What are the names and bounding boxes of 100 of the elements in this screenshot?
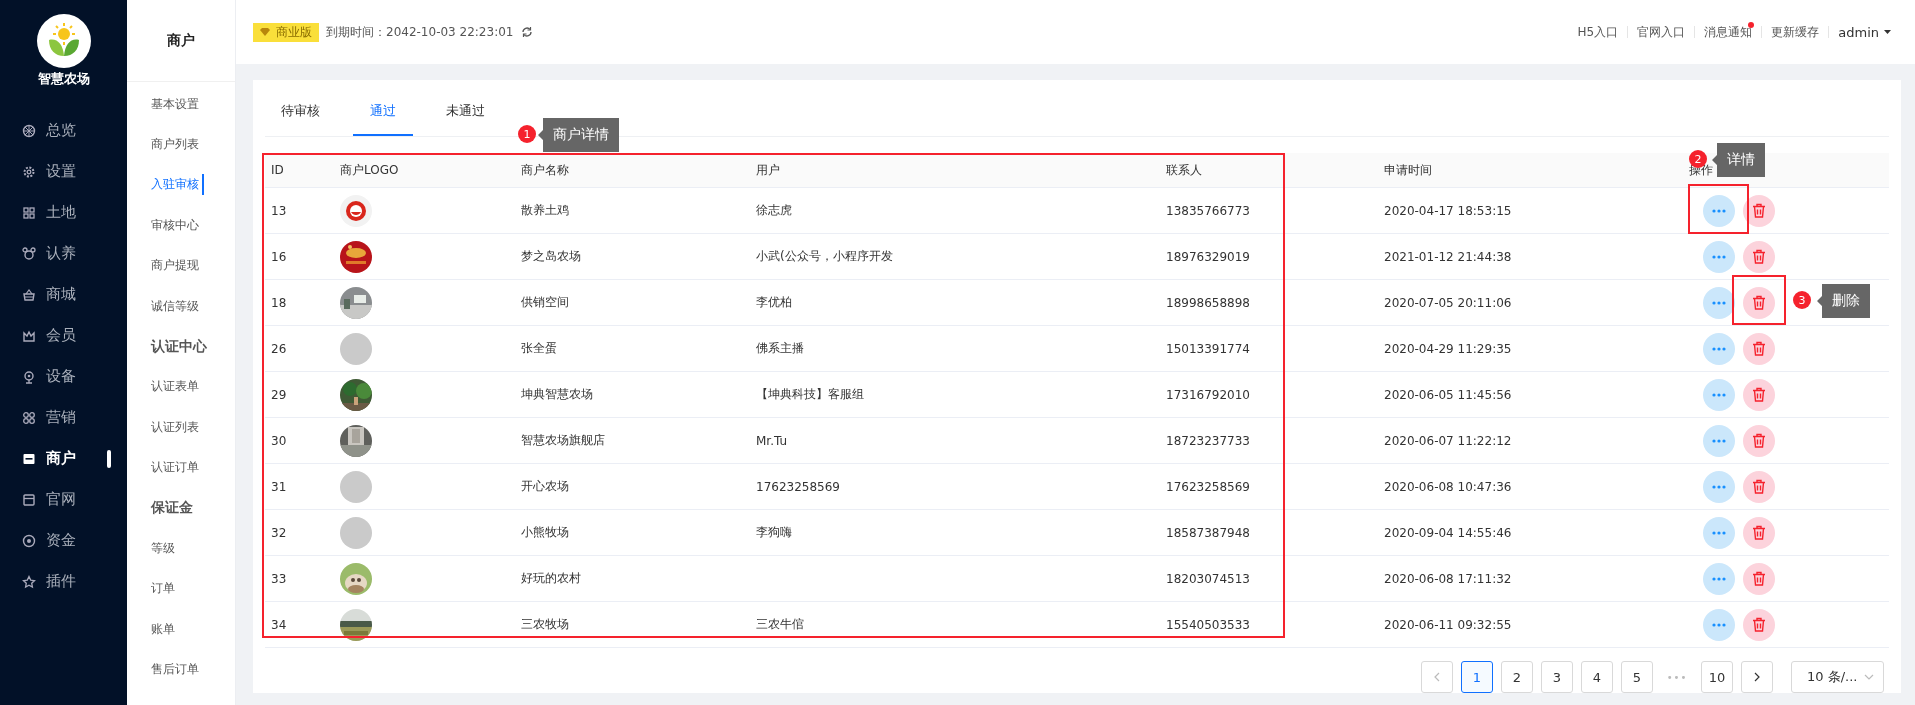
nav-item[interactable]: 营销 bbox=[0, 397, 127, 438]
page-button[interactable]: 1 bbox=[1461, 661, 1493, 693]
trash-icon bbox=[1752, 387, 1766, 402]
table-cell-text: 2020-09-04 14:55:46 bbox=[1383, 525, 1513, 540]
more-icon bbox=[1712, 438, 1726, 443]
submenu-title: 商户 bbox=[167, 31, 195, 50]
column-header: 用户 bbox=[755, 161, 781, 179]
trash-icon bbox=[1752, 433, 1766, 448]
table-cell-text: 34 bbox=[270, 617, 288, 632]
submenu-item[interactable]: 认证订单 bbox=[151, 457, 199, 479]
camera-icon bbox=[22, 369, 36, 384]
header-link[interactable]: 官网入口 bbox=[1628, 26, 1696, 38]
table-cell-text: 32 bbox=[270, 525, 288, 540]
table-cell-text: 18 bbox=[270, 295, 288, 310]
trash-icon bbox=[1752, 479, 1766, 494]
submenu-item[interactable]: 认证列表 bbox=[151, 416, 199, 438]
more-icon bbox=[1712, 484, 1726, 489]
submenu-group-label: 认证中心 bbox=[151, 336, 207, 356]
delete-button[interactable] bbox=[1743, 608, 1775, 641]
basket-icon bbox=[22, 287, 36, 302]
chevron-right-icon bbox=[1754, 672, 1760, 682]
table-cell-text: 18976329019 bbox=[1165, 249, 1251, 264]
column-header: 商户LOGO bbox=[339, 161, 400, 179]
submenu-item[interactable]: 基本设置 bbox=[151, 93, 199, 115]
table-cell-text: 张全蛋 bbox=[520, 340, 558, 357]
delete-button[interactable] bbox=[1743, 378, 1775, 411]
table-cell-text: 33 bbox=[270, 571, 288, 586]
bear-icon bbox=[22, 246, 36, 261]
table-cell-text: 2020-04-29 11:29:35 bbox=[1383, 341, 1513, 356]
submenu-item[interactable]: 商户列表 bbox=[151, 134, 199, 156]
tab[interactable]: 未通过 bbox=[446, 102, 485, 136]
table-cell-text: 佛系主播 bbox=[755, 340, 805, 357]
page-button[interactable]: 4 bbox=[1581, 661, 1613, 693]
submenu-item[interactable]: 商户提现 bbox=[151, 255, 199, 277]
submenu-item[interactable]: 认证表单 bbox=[151, 376, 199, 398]
table-cell-text: 29 bbox=[270, 387, 288, 402]
tab[interactable]: 待审核 bbox=[281, 102, 320, 136]
gear-icon bbox=[22, 164, 36, 179]
caret-icon bbox=[1884, 30, 1891, 34]
submenu-item[interactable]: 订单 bbox=[151, 578, 175, 600]
page-button[interactable]: 5 bbox=[1621, 661, 1653, 693]
page-button[interactable]: 10 bbox=[1701, 661, 1733, 693]
delete-button[interactable] bbox=[1743, 332, 1775, 365]
submenu-group-label: 保证金 bbox=[151, 498, 193, 518]
table-cell-text: 30 bbox=[270, 433, 288, 448]
nav-item[interactable]: 设置 bbox=[0, 151, 127, 192]
table-cell-text: 26 bbox=[270, 341, 288, 356]
shop-icon bbox=[22, 451, 36, 466]
refresh-icon[interactable] bbox=[521, 26, 534, 38]
submenu-item[interactable]: 等级 bbox=[151, 538, 175, 559]
diamond-icon bbox=[260, 28, 270, 36]
table-cell-text: 【坤典科技】客服组 bbox=[755, 386, 865, 403]
column-header: 申请时间 bbox=[1383, 161, 1433, 179]
nav-item[interactable]: 商户 bbox=[0, 438, 127, 479]
header-link[interactable]: H5入口 bbox=[1568, 26, 1629, 38]
nav-item[interactable]: 设备 bbox=[0, 356, 127, 397]
submenu-item[interactable]: 审核中心 bbox=[151, 214, 199, 236]
more-icon bbox=[1712, 622, 1726, 627]
nav-item[interactable]: 资金 bbox=[0, 520, 127, 561]
nav-item[interactable]: 官网 bbox=[0, 479, 127, 520]
more-icon bbox=[1712, 530, 1726, 535]
delete-button[interactable] bbox=[1743, 562, 1775, 595]
table-cell-text: 好玩的农村 bbox=[520, 570, 582, 587]
page-size-select[interactable]: 10 条/... bbox=[1791, 661, 1884, 693]
table-cell-text: 18203074513 bbox=[1165, 571, 1251, 586]
more-button[interactable] bbox=[1703, 286, 1735, 319]
table-cell-text: 16 bbox=[270, 249, 288, 264]
expiry-text: 到期时间：2042-10-03 22:23:01 bbox=[326, 23, 514, 41]
nav-item[interactable]: 商城 bbox=[0, 274, 127, 315]
submenu-item[interactable]: 售后订单 bbox=[151, 659, 199, 681]
delete-button[interactable] bbox=[1743, 240, 1775, 273]
trash-icon bbox=[1752, 295, 1766, 310]
nav-item[interactable]: 认养 bbox=[0, 233, 127, 274]
delete-button[interactable] bbox=[1743, 470, 1775, 503]
table-cell-text: 2020-06-07 11:22:12 bbox=[1383, 433, 1513, 448]
star-icon bbox=[22, 574, 36, 589]
tab[interactable]: 通过 bbox=[353, 102, 413, 136]
page-button[interactable]: 2 bbox=[1501, 661, 1533, 693]
nav-item[interactable]: 会员 bbox=[0, 315, 127, 356]
page-button[interactable]: 3 bbox=[1541, 661, 1573, 693]
table-cell-text: 15013391774 bbox=[1165, 341, 1251, 356]
delete-button[interactable] bbox=[1743, 286, 1775, 319]
grid-icon bbox=[22, 205, 36, 220]
delete-button[interactable] bbox=[1743, 516, 1775, 549]
delete-button[interactable] bbox=[1743, 194, 1775, 227]
submenu-item[interactable]: 入驻审核 bbox=[151, 174, 204, 196]
nav-item[interactable]: 总览 bbox=[0, 110, 127, 151]
logo-icon bbox=[36, 14, 91, 68]
trash-icon bbox=[1752, 249, 1766, 264]
nav-item[interactable]: 插件 bbox=[0, 561, 127, 602]
user-menu[interactable]: admin bbox=[1829, 24, 1891, 40]
delete-button[interactable] bbox=[1743, 424, 1775, 457]
header-link[interactable]: 更新缓存 bbox=[1762, 26, 1830, 38]
nav-item[interactable]: 土地 bbox=[0, 192, 127, 233]
table-cell-text: 供销空间 bbox=[520, 294, 570, 311]
submenu-item[interactable]: 账单 bbox=[151, 618, 175, 640]
header-link[interactable]: 消息通知 bbox=[1695, 26, 1763, 38]
table-cell-text: 15540503533 bbox=[1165, 617, 1251, 632]
trash-icon bbox=[1752, 617, 1766, 632]
submenu-item[interactable]: 诚信等级 bbox=[151, 295, 199, 317]
